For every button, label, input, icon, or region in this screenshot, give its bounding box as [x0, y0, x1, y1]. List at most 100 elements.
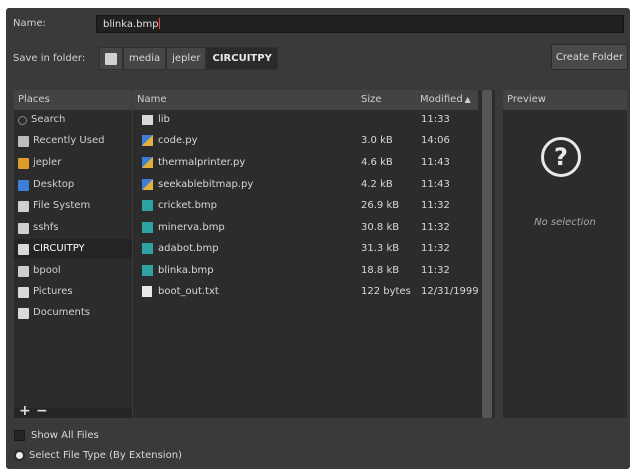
- file-size: 4.6 kB: [361, 157, 393, 168]
- file-row-boot-out[interactable]: boot_out.txt 122 bytes 12/31/1999: [133, 282, 479, 302]
- python-file-icon: [142, 179, 153, 190]
- file-name: lib: [158, 114, 170, 125]
- question-mark-icon: ?: [541, 137, 581, 177]
- preview-empty-label: No selection: [534, 217, 596, 228]
- place-bpool[interactable]: bpool: [14, 261, 132, 281]
- show-all-files-checkbox[interactable]: [14, 430, 25, 441]
- place-jepler[interactable]: jepler: [14, 153, 132, 173]
- files-scrollbar[interactable]: [482, 90, 492, 418]
- file-modified: 11:32: [421, 222, 450, 233]
- path-crumb-label: CIRCUITPY: [212, 53, 272, 64]
- file-row-cricket[interactable]: cricket.bmp 26.9 kB 11:32: [133, 196, 479, 216]
- path-toggle-button[interactable]: [99, 47, 123, 70]
- folder-icon: [18, 307, 29, 319]
- remove-place-button[interactable]: −: [36, 403, 48, 419]
- place-desktop[interactable]: Desktop: [14, 175, 132, 195]
- path-crumb-label: jepler: [172, 53, 201, 64]
- column-header-modified[interactable]: Modified ▲: [416, 90, 478, 110]
- image-file-icon: [142, 200, 153, 211]
- file-type-label: Select File Type (By Extension): [29, 450, 182, 461]
- home-icon: [18, 157, 29, 169]
- file-modified: 11:43: [421, 157, 450, 168]
- file-size: 122 bytes: [361, 286, 411, 297]
- place-label: bpool: [33, 265, 61, 276]
- file-name: thermalprinter.py: [158, 157, 246, 168]
- file-row-blinka[interactable]: blinka.bmp 18.8 kB 11:32: [133, 261, 479, 281]
- place-sshfs[interactable]: sshfs: [14, 218, 132, 238]
- file-modified: 11:32: [421, 243, 450, 254]
- place-label: Pictures: [33, 286, 73, 297]
- places-header: Places: [14, 90, 132, 110]
- drive-icon: [18, 200, 29, 212]
- path-crumb-label: media: [129, 53, 161, 64]
- place-label: Recently Used: [33, 135, 105, 146]
- recent-icon: [18, 135, 29, 147]
- place-pictures[interactable]: Pictures: [14, 282, 132, 302]
- places-pane: Places Search Recently Used jepler Deskt…: [14, 90, 132, 419]
- file-row-adabot[interactable]: adabot.bmp 31.3 kB 11:32: [133, 239, 479, 259]
- modified-header-label: Modified: [420, 94, 463, 105]
- file-name: seekablebitmap.py: [158, 179, 254, 190]
- create-folder-button[interactable]: Create Folder: [551, 44, 628, 70]
- file-name: cricket.bmp: [158, 200, 218, 211]
- drive-icon: [18, 243, 29, 255]
- show-all-files-option[interactable]: Show All Files: [14, 430, 99, 441]
- file-size: 18.8 kB: [361, 265, 400, 276]
- place-label: CIRCUITPY: [33, 243, 85, 254]
- column-header-name[interactable]: Name: [133, 90, 357, 110]
- place-documents[interactable]: Documents: [14, 303, 132, 323]
- add-place-button[interactable]: +: [19, 403, 31, 419]
- desktop-icon: [18, 179, 29, 191]
- file-size: 26.9 kB: [361, 200, 400, 211]
- text-caret: [158, 18, 160, 29]
- file-row-seekablebitmap[interactable]: seekablebitmap.py 4.2 kB 11:43: [133, 175, 479, 195]
- file-type-expander[interactable]: Select File Type (By Extension): [14, 450, 182, 461]
- file-name: adabot.bmp: [158, 243, 219, 254]
- python-file-icon: [142, 135, 153, 146]
- file-modified: 11:32: [421, 200, 450, 211]
- network-icon: [18, 222, 29, 234]
- place-file-system[interactable]: File System: [14, 196, 132, 216]
- image-file-icon: [142, 265, 153, 276]
- show-all-files-label: Show All Files: [31, 430, 99, 441]
- file-row-code[interactable]: code.py 3.0 kB 14:06: [133, 131, 479, 151]
- file-name: minerva.bmp: [158, 222, 225, 233]
- file-row-minerva[interactable]: minerva.bmp 30.8 kB 11:32: [133, 218, 479, 238]
- file-row-lib[interactable]: lib 11:33: [133, 110, 479, 130]
- file-name: boot_out.txt: [158, 286, 219, 297]
- file-name: blinka.bmp: [158, 265, 214, 276]
- place-label: Search: [31, 114, 66, 125]
- file-modified: 11:43: [421, 179, 450, 190]
- place-recently-used[interactable]: Recently Used: [14, 131, 132, 151]
- column-header-size[interactable]: Size: [357, 90, 416, 110]
- place-label: jepler: [33, 157, 62, 168]
- place-label: Desktop: [33, 179, 75, 190]
- preview-header: Preview: [503, 90, 627, 110]
- place-label: File System: [33, 200, 91, 211]
- folder-icon: [18, 286, 29, 298]
- file-row-thermalprinter[interactable]: thermalprinter.py 4.6 kB 11:43: [133, 153, 479, 173]
- preview-pane: Preview ? No selection: [503, 90, 627, 418]
- place-circuitpy[interactable]: CIRCUITPY: [14, 239, 132, 259]
- python-file-icon: [142, 157, 153, 168]
- filename-input[interactable]: blinka.bmp: [96, 15, 624, 33]
- text-file-icon: [142, 286, 152, 297]
- path-crumb-circuitpy[interactable]: CIRCUITPY: [206, 47, 278, 70]
- name-label: Name:: [13, 18, 46, 29]
- file-modified: 11:32: [421, 265, 450, 276]
- path-bar: media jepler CIRCUITPY: [99, 47, 278, 70]
- path-crumb-media[interactable]: media: [123, 47, 167, 70]
- file-size: 3.0 kB: [361, 135, 393, 146]
- save-in-label: Save in folder:: [13, 53, 86, 64]
- image-file-icon: [142, 222, 153, 233]
- create-folder-label: Create Folder: [555, 51, 624, 63]
- file-modified: 12/31/1999: [421, 286, 479, 297]
- file-size: 30.8 kB: [361, 222, 400, 233]
- file-name: code.py: [158, 135, 198, 146]
- path-crumb-jepler[interactable]: jepler: [166, 47, 207, 70]
- drive-icon: [18, 265, 29, 277]
- place-label: Documents: [33, 307, 91, 318]
- image-file-icon: [142, 243, 153, 254]
- place-search[interactable]: Search: [14, 110, 132, 130]
- file-size: 31.3 kB: [361, 243, 400, 254]
